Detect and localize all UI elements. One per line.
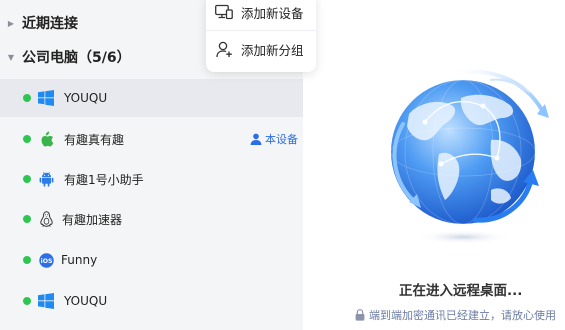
device-name: 有趣加速器	[62, 212, 123, 227]
svg-text:iOS: iOS	[40, 258, 52, 265]
menu-item-label: 添加新分组	[241, 42, 304, 58]
globe-illustration	[379, 62, 565, 252]
device-name: 有趣真有趣	[64, 132, 125, 147]
ios-icon: iOS	[38, 252, 54, 268]
device-row[interactable]: YOUQU	[0, 79, 303, 117]
add-menu: 添加新设备 添加新分组	[206, 0, 316, 72]
online-status-dot	[23, 135, 31, 143]
menu-item-add-device[interactable]: 添加新设备	[206, 0, 316, 26]
linux-penguin-icon	[38, 210, 54, 227]
device-name: Funny	[61, 253, 98, 267]
add-user-icon	[215, 40, 233, 58]
group-company-computers[interactable]: ▼ 公司电脑（5/6）	[0, 46, 131, 68]
apple-icon	[38, 131, 54, 147]
caret-right-icon: ▶	[7, 18, 15, 28]
secure-connection-note: 端到端加密通讯已经建立，请放心使用	[355, 307, 556, 323]
device-row[interactable]: YOUQU	[0, 282, 303, 320]
device-row[interactable]: iOS Funny	[0, 241, 303, 279]
device-row[interactable]: 有趣加速器	[0, 200, 303, 238]
online-status-dot	[23, 256, 31, 264]
online-status-dot	[23, 175, 31, 183]
this-device-badge: 本设备	[250, 131, 298, 147]
online-status-dot	[23, 94, 31, 102]
this-device-label: 本设备	[265, 133, 298, 146]
windows-icon	[38, 90, 54, 106]
device-row[interactable]: 有趣1号小助手	[0, 160, 303, 198]
menu-item-label: 添加新设备	[241, 5, 304, 21]
secure-note-text: 端到端加密通讯已经建立，请放心使用	[369, 309, 556, 322]
device-name: YOUQU	[64, 91, 108, 105]
device-name: 有趣1号小助手	[64, 172, 144, 187]
user-icon	[250, 133, 262, 145]
online-status-dot	[23, 297, 31, 305]
online-status-dot	[23, 215, 31, 223]
devices-icon	[215, 3, 233, 21]
lock-icon	[355, 309, 365, 321]
menu-divider	[206, 30, 316, 31]
connecting-status: 正在进入远程桌面...	[399, 283, 523, 299]
menu-item-add-group[interactable]: 添加新分组	[206, 35, 316, 63]
device-name: YOUQU	[64, 294, 108, 308]
group-label: 公司电脑（5/6）	[22, 50, 131, 66]
caret-down-icon: ▼	[7, 52, 15, 62]
group-recent-connections[interactable]: ▶ 近期连接	[0, 12, 78, 34]
android-icon	[38, 171, 54, 187]
remote-desktop-panel: 正在进入远程桌面... 端到端加密通讯已经建立，请放心使用	[303, 0, 565, 330]
windows-icon	[38, 293, 54, 309]
group-label: 近期连接	[22, 16, 78, 32]
